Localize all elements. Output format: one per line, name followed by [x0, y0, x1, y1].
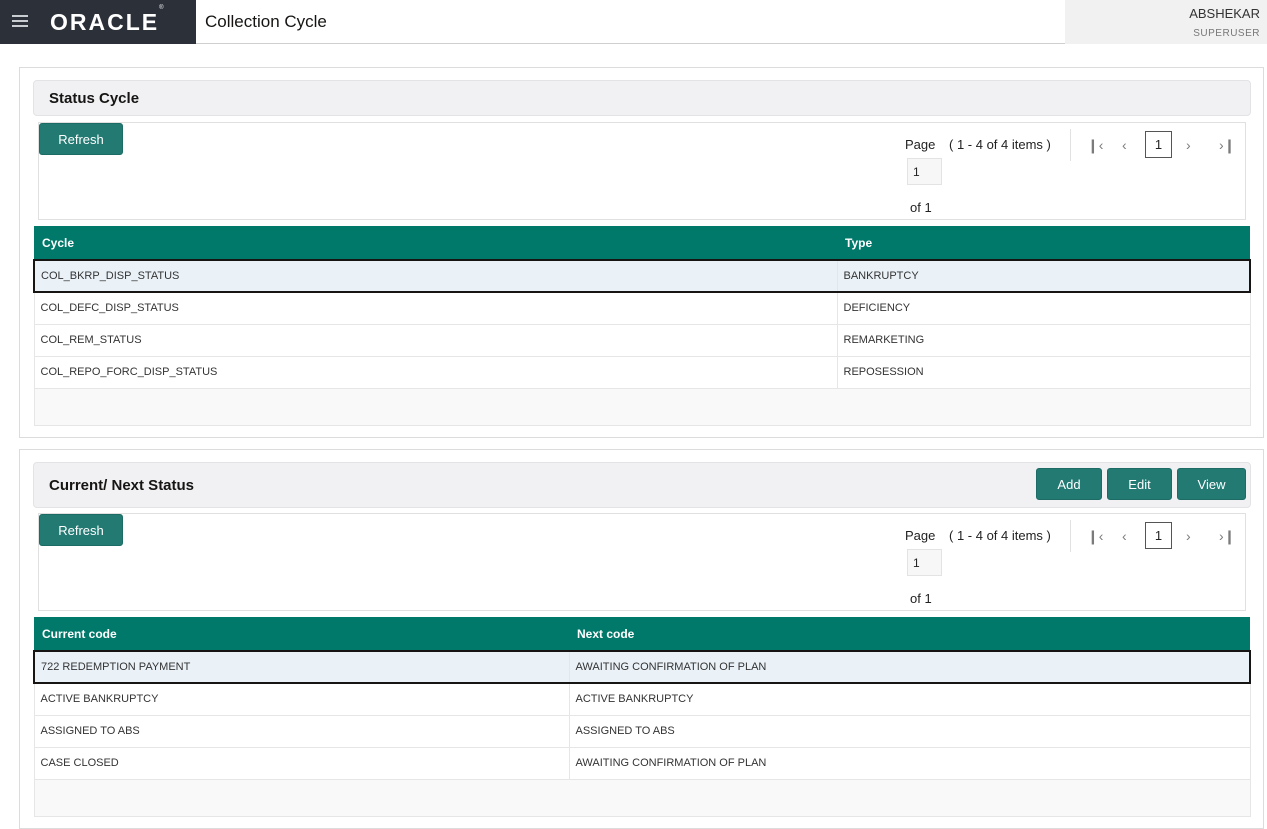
table-row[interactable]: 722 REDEMPTION PAYMENT AWAITING CONFIRMA…	[33, 650, 1251, 684]
pager-range: ( 1 - 4 of 4 items )	[949, 137, 1051, 152]
current-code-cell: CASE CLOSED	[33, 747, 570, 780]
table-row[interactable]: COL_REPO_FORC_DISP_STATUS REPOSESSION	[33, 356, 1251, 389]
cycle-cell: COL_BKRP_DISP_STATUS	[33, 259, 838, 293]
page-number-input[interactable]: 1	[907, 158, 942, 185]
cycle-cell: COL_REM_STATUS	[33, 324, 838, 357]
previous-page-icon[interactable]: ‹	[1122, 138, 1127, 152]
next-code-cell: AWAITING CONFIRMATION OF PLAN	[568, 650, 1251, 684]
current-next-refresh-button[interactable]: Refresh	[39, 514, 123, 546]
top-bar: ORACLE® Collection Cycle ABSHEKAR SUPERU…	[0, 0, 1267, 44]
next-code-cell: ACTIVE BANKRUPTCY	[568, 683, 1251, 716]
pager-of-label: of 1	[910, 591, 932, 606]
first-page-icon[interactable]: ❙‹	[1087, 138, 1103, 152]
pager-divider	[1070, 520, 1071, 552]
current-code-cell: 722 REDEMPTION PAYMENT	[33, 650, 570, 684]
cycle-cell: COL_REPO_FORC_DISP_STATUS	[33, 356, 838, 389]
next-code-cell: ASSIGNED TO ABS	[568, 715, 1251, 748]
type-cell: REPOSESSION	[836, 356, 1251, 389]
pager-page-label: Page	[905, 528, 936, 543]
table-empty-row	[33, 779, 1251, 817]
table-row[interactable]: COL_DEFC_DISP_STATUS DEFICIENCY	[33, 292, 1251, 325]
status-cycle-toolbar: Refresh Page ( 1 - 4 of 4 items ) ❙‹ ‹ 1…	[38, 122, 1246, 220]
column-header-cycle[interactable]: Cycle	[34, 226, 837, 260]
current-next-toolbar: Refresh Page ( 1 - 4 of 4 items ) ❙‹ ‹ 1…	[38, 513, 1246, 611]
hamburger-icon[interactable]	[12, 15, 28, 27]
status-cycle-header: Status Cycle	[33, 80, 1251, 116]
current-next-header: Current/ Next Status Add Edit View	[33, 462, 1251, 508]
table-header-row: Cycle Type	[34, 226, 1250, 260]
view-button[interactable]: View	[1177, 468, 1246, 500]
pager-range: ( 1 - 4 of 4 items )	[949, 528, 1051, 543]
status-cycle-title: Status Cycle	[49, 90, 140, 107]
status-cycle-table: Cycle Type COL_BKRP_DISP_STATUS BANKRUPT…	[33, 226, 1251, 426]
table-row[interactable]: ACTIVE BANKRUPTCY ACTIVE BANKRUPTCY	[33, 683, 1251, 716]
type-cell: BANKRUPTCY	[836, 259, 1251, 293]
status-cycle-panel: Status Cycle Refresh Page ( 1 - 4 of 4 i…	[19, 67, 1264, 438]
status-cycle-refresh-button[interactable]: Refresh	[39, 123, 123, 155]
table-header-row: Current code Next code	[34, 617, 1250, 651]
last-page-icon[interactable]: ›❙	[1219, 138, 1235, 152]
current-code-cell: ACTIVE BANKRUPTCY	[33, 683, 570, 716]
current-next-title: Current/ Next Status	[49, 477, 195, 494]
edit-button[interactable]: Edit	[1107, 468, 1172, 500]
current-code-cell: ASSIGNED TO ABS	[33, 715, 570, 748]
brand-area: ORACLE®	[0, 0, 196, 44]
next-page-icon[interactable]: ›	[1186, 138, 1191, 152]
next-page-icon[interactable]: ›	[1186, 529, 1191, 543]
page-title: Collection Cycle	[205, 12, 327, 31]
pager-divider	[1070, 129, 1071, 161]
table-empty-row	[33, 388, 1251, 426]
add-button[interactable]: Add	[1036, 468, 1102, 500]
page-number-input[interactable]: 1	[907, 549, 942, 576]
last-page-icon[interactable]: ›❙	[1219, 529, 1235, 543]
pager-of-label: of 1	[910, 200, 932, 215]
oracle-logo: ORACLE®	[50, 5, 164, 35]
user-role: SUPERUSER	[1193, 28, 1260, 39]
column-header-next-code[interactable]: Next code	[569, 617, 1250, 651]
current-next-panel: Current/ Next Status Add Edit View Refre…	[19, 449, 1264, 829]
first-page-icon[interactable]: ❙‹	[1087, 529, 1103, 543]
table-row[interactable]: CASE CLOSED AWAITING CONFIRMATION OF PLA…	[33, 747, 1251, 780]
table-row[interactable]: ASSIGNED TO ABS ASSIGNED TO ABS	[33, 715, 1251, 748]
cycle-cell: COL_DEFC_DISP_STATUS	[33, 292, 838, 325]
next-code-cell: AWAITING CONFIRMATION OF PLAN	[568, 747, 1251, 780]
type-cell: DEFICIENCY	[836, 292, 1251, 325]
pager-page-label: Page	[905, 137, 936, 152]
previous-page-icon[interactable]: ‹	[1122, 529, 1127, 543]
column-header-current-code[interactable]: Current code	[34, 617, 569, 651]
current-page-button[interactable]: 1	[1145, 522, 1172, 549]
user-name: ABSHEKAR	[1189, 6, 1260, 21]
user-menu[interactable]: ABSHEKAR SUPERUSER	[1065, 0, 1267, 44]
type-cell: REMARKETING	[836, 324, 1251, 357]
current-page-button[interactable]: 1	[1145, 131, 1172, 158]
table-row[interactable]: COL_BKRP_DISP_STATUS BANKRUPTCY	[33, 259, 1251, 293]
column-header-type[interactable]: Type	[837, 226, 1250, 260]
table-row[interactable]: COL_REM_STATUS REMARKETING	[33, 324, 1251, 357]
current-next-table: Current code Next code 722 REDEMPTION PA…	[33, 617, 1251, 817]
